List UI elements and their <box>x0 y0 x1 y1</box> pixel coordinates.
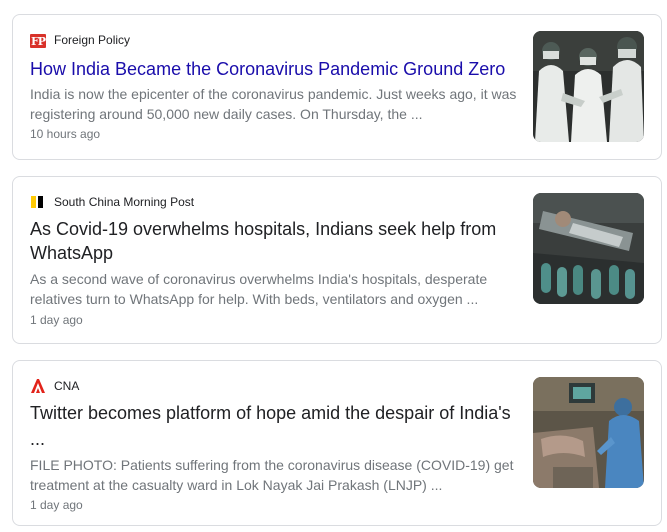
patients-on-oxygen-thumbnail[interactable] <box>533 193 644 304</box>
source-row: CNA <box>30 378 79 394</box>
snippet-line-2: relatives turn to WhatsApp for help. Wit… <box>30 291 479 307</box>
snippet-line-1: As a second wave of coronavirus overwhel… <box>30 271 488 287</box>
source-name: South China Morning Post <box>54 195 195 209</box>
headline-line-2[interactable]: ... <box>30 427 525 451</box>
news-card-foreign-policy[interactable]: FP Foreign Policy How India Became the C… <box>12 14 662 160</box>
timestamp: 1 day ago <box>30 313 83 327</box>
source-name: Foreign Policy <box>54 33 131 47</box>
news-card-cna[interactable]: CNA Twitter becomes platform of hope ami… <box>12 360 662 526</box>
news-card-scmp[interactable]: South China Morning Post As Covid-19 ove… <box>12 176 662 344</box>
timestamp: 1 day ago <box>30 498 83 512</box>
news-feed: FP Foreign Policy How India Became the C… <box>0 0 667 532</box>
scmp-logo-icon <box>30 194 46 210</box>
snippet-line-2: registering around 50,000 new daily case… <box>30 106 423 122</box>
headline-link[interactable]: How India Became the Coronavirus Pandemi… <box>30 57 525 81</box>
headline-line-1[interactable]: As Covid-19 overwhelms hospitals, Indian… <box>30 217 525 241</box>
foreign-policy-logo-icon: FP <box>30 33 46 48</box>
source-name: CNA <box>54 379 80 393</box>
cna-logo-icon <box>30 378 46 394</box>
headline-line-2[interactable]: WhatsApp <box>30 241 525 265</box>
snippet-line-1: India is now the epicenter of the corona… <box>30 86 517 102</box>
timestamp: 10 hours ago <box>30 127 101 141</box>
snippet-line-1: FILE PHOTO: Patients suffering from the … <box>30 457 514 473</box>
source-row: South China Morning Post <box>30 194 194 210</box>
health-workers-in-ppe-thumbnail[interactable] <box>533 31 644 142</box>
source-row: FP Foreign Policy <box>30 32 130 48</box>
snippet-line-2: treatment at the casualty ward in Lok Na… <box>30 477 443 493</box>
headline-line-1[interactable]: Twitter becomes platform of hope amid th… <box>30 401 525 425</box>
casualty-ward-thumbnail[interactable] <box>533 377 644 488</box>
